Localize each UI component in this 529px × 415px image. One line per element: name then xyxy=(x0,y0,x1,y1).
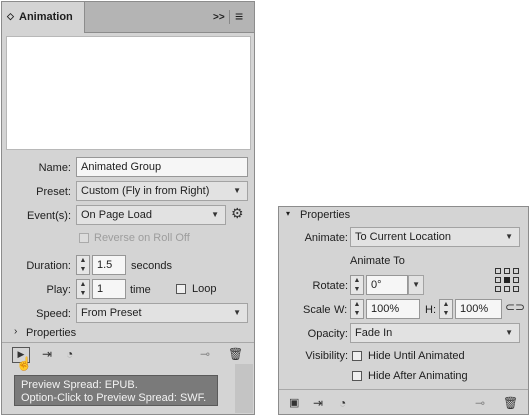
scale-w-label: W: xyxy=(334,304,348,316)
preset-label: Preset: xyxy=(36,186,71,198)
properties-footer xyxy=(279,389,528,391)
hide-after-checkbox[interactable] xyxy=(352,371,362,381)
opacity-label: Opacity: xyxy=(307,328,348,340)
divider xyxy=(229,10,230,24)
tab-collapse-icon: ◇ xyxy=(7,11,14,21)
preset-dropdown[interactable]: Custom (Fly in from Right) ▼ xyxy=(76,181,248,201)
pointer-cursor-icon: ☝ xyxy=(16,356,33,371)
properties-collapse-icon[interactable]: ▾ xyxy=(286,209,290,218)
duration-unit: seconds xyxy=(131,260,172,272)
chevron-down-icon: ▼ xyxy=(412,280,420,289)
motion-path-icon[interactable]: ⊸ xyxy=(200,347,210,361)
animation-preview xyxy=(6,36,251,150)
properties-panel: ▾ Properties Animate: To Current Locatio… xyxy=(278,206,529,415)
tab-animation[interactable]: ◇ Animation xyxy=(2,2,85,33)
convert-to-motion-path-icon[interactable]: ⇥ xyxy=(313,396,323,410)
duration-field[interactable]: 1.5 xyxy=(92,255,126,275)
play-field[interactable]: 1 xyxy=(92,279,126,299)
preview-spread-icon[interactable]: ▣ xyxy=(289,396,299,410)
scale-h-stepper[interactable]: ▲ ▼ xyxy=(439,299,453,319)
scale-w-stepper[interactable]: ▲ ▼ xyxy=(350,299,364,319)
preview-spread-tooltip: Preview Spread: EPUB. Option-Click to Pr… xyxy=(14,375,218,406)
reverse-label: Reverse on Roll Off xyxy=(94,232,190,244)
tab-title: Animation xyxy=(19,11,73,23)
speed-dropdown[interactable]: From Preset ▼ xyxy=(76,303,248,323)
name-field[interactable]: Animated Group xyxy=(76,157,248,177)
convert-to-motion-path-icon[interactable]: ⇥ xyxy=(38,347,56,361)
play-stepper[interactable]: ▲ ▼ xyxy=(76,279,90,299)
tooltip-line-2: Option-Click to Preview Spread: SWF. xyxy=(21,392,207,404)
properties-heading[interactable]: Properties xyxy=(300,209,350,221)
scale-w-field[interactable]: 100% xyxy=(366,299,420,319)
chevron-down-icon: ▼ xyxy=(505,232,513,241)
tooltip-line-1: Preview Spread: EPUB. xyxy=(21,379,138,391)
constrain-proportions-icon[interactable]: ⊂⊃ xyxy=(505,300,525,314)
rotate-field[interactable]: 0° xyxy=(366,275,408,295)
speed-value: From Preset xyxy=(81,307,142,319)
rotate-label: Rotate: xyxy=(312,280,348,292)
properties-label[interactable]: Properties xyxy=(26,327,76,339)
reverse-checkbox[interactable] xyxy=(79,233,89,243)
animate-label: Animate: xyxy=(304,232,348,244)
visibility-label: Visibility: xyxy=(305,350,348,362)
rotate-dropdown[interactable]: ▼ xyxy=(408,275,424,295)
panel-lower-strip xyxy=(235,364,253,413)
trash-icon[interactable]: 🗑 xyxy=(228,347,243,361)
opacity-value: Fade In xyxy=(355,327,393,339)
rotate-stepper[interactable]: ▲ ▼ xyxy=(350,275,364,295)
scale-label: Scale xyxy=(303,304,331,316)
trash-icon[interactable]: 🗑 xyxy=(503,396,518,410)
properties-disclosure-icon[interactable]: › xyxy=(14,326,17,337)
chevron-down-icon: ▼ xyxy=(505,328,513,337)
animate-to-heading: Animate To xyxy=(350,255,405,267)
panel-menu-icon[interactable]: ≡ xyxy=(235,8,243,24)
scale-h-label: H: xyxy=(425,304,436,316)
animate-dropdown[interactable]: To Current Location ▼ xyxy=(350,227,520,247)
panel-footer xyxy=(2,342,254,344)
preset-value: Custom (Fly in from Right) xyxy=(81,185,210,197)
show-animation-proxy-icon[interactable]: ◔ xyxy=(339,396,346,410)
duration-stepper[interactable]: ▲ ▼ xyxy=(76,255,90,275)
collapse-panel-icon[interactable]: >> xyxy=(213,12,225,23)
opacity-dropdown[interactable]: Fade In ▼ xyxy=(350,323,520,343)
animation-panel: ◇ Animation >> ≡ Name: Animated Group Pr… xyxy=(1,1,255,415)
name-label: Name: xyxy=(38,162,71,174)
hide-after-label: Hide After Animating xyxy=(368,370,468,382)
animate-value: To Current Location xyxy=(355,231,451,243)
chevron-down-icon: ▼ xyxy=(211,210,219,219)
events-label: Event(s): xyxy=(26,210,71,222)
play-label: Play: xyxy=(46,284,71,296)
hide-until-label: Hide Until Animated xyxy=(368,350,465,362)
reference-point-icon[interactable] xyxy=(495,268,519,292)
speed-label: Speed: xyxy=(36,308,71,320)
event-trigger-icon[interactable]: ⚙ xyxy=(231,206,244,220)
play-unit: time xyxy=(130,284,151,296)
events-value: On Page Load xyxy=(81,209,152,221)
chevron-down-icon: ▼ xyxy=(233,186,241,195)
duration-label: Duration: xyxy=(26,260,71,272)
events-dropdown[interactable]: On Page Load ▼ xyxy=(76,205,226,225)
loop-label: Loop xyxy=(192,283,217,295)
chevron-down-icon: ▼ xyxy=(233,308,241,317)
scale-h-field[interactable]: 100% xyxy=(455,299,502,319)
hide-until-checkbox[interactable] xyxy=(352,351,362,361)
show-animation-proxy-icon[interactable]: ◔ xyxy=(66,347,73,361)
loop-checkbox[interactable] xyxy=(176,284,186,294)
motion-path-icon[interactable]: ⊸ xyxy=(475,396,485,410)
